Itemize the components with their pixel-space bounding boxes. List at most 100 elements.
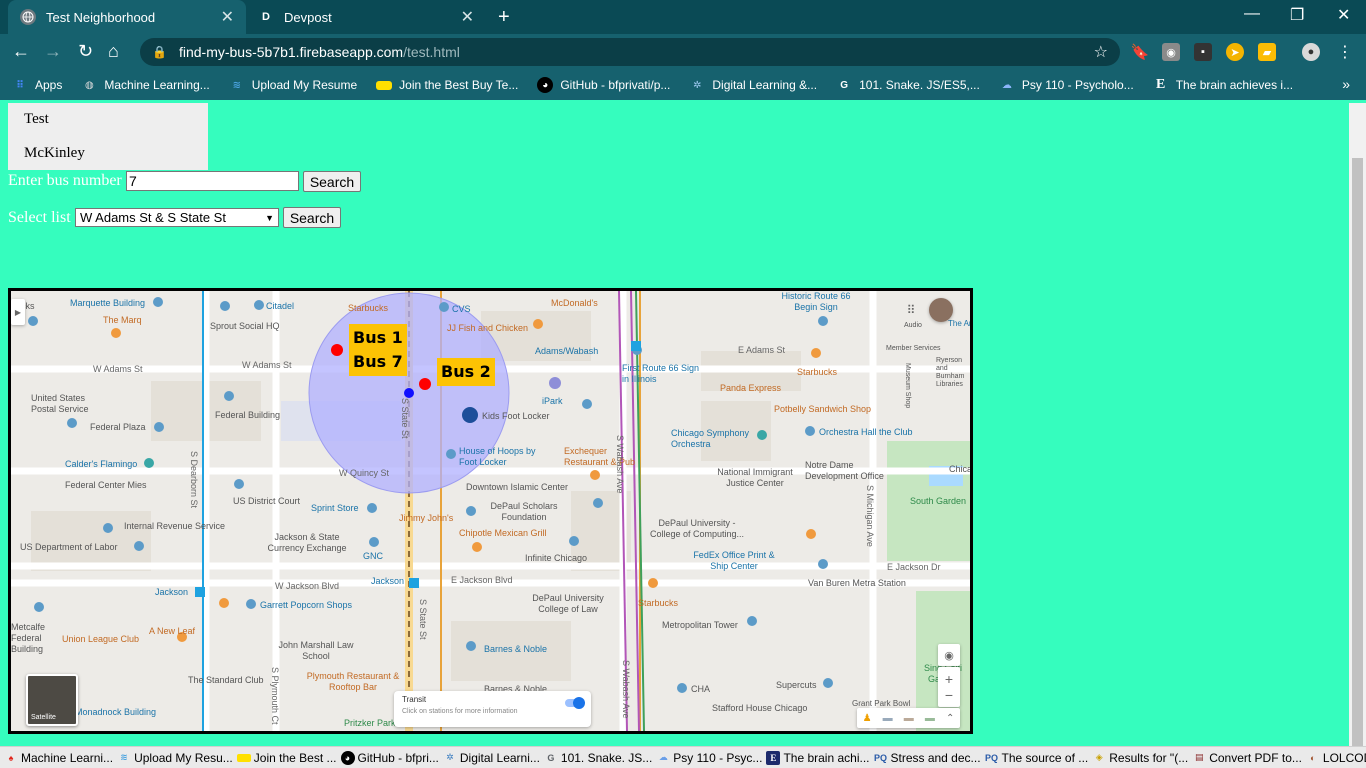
camera-icon[interactable]: ◉ [1162,43,1180,61]
adobe-icon: ♠ [8,752,14,763]
bus-tag-label: Bus 1 [353,328,403,347]
close-icon[interactable]: ✕ [221,7,234,27]
map-label: Notre Dame Development Office [805,460,884,481]
extension-icon[interactable]: ▪ [1194,43,1212,61]
map-label: Metcalfe Federal Building [11,622,46,654]
stop-select[interactable]: W Adams St & S State St ▼ [75,208,279,227]
map-label: Plymouth Restaurant & Rooftop Bar [306,671,400,692]
zoom-out-icon[interactable]: − [945,687,953,703]
tab-devpost[interactable]: D Devpost ✕ [246,0,486,34]
github-icon: ◕ [537,77,554,93]
bookmark-best-buy[interactable]: Join the Best Buy Te... [376,78,518,92]
avatar[interactable]: ● [1302,43,1320,61]
menu-icon[interactable]: ⋮ [1336,43,1354,61]
map-label: Museum Shop [904,363,911,409]
taskbar-item[interactable]: ▤ Convert PDF to... [1192,751,1302,765]
transit-toggle[interactable] [565,697,585,709]
zoom-controls[interactable]: + − [938,667,960,707]
bookmark-github[interactable]: ◕ GitHub - bfprivati/p... [537,77,670,93]
taskbar-item[interactable]: ☁ Psy 110 - Psyc... [656,751,763,765]
map-street-label: S Dearborn St [189,451,199,509]
taskbar-item[interactable]: ◕ GitHub - bfpri... [340,750,439,765]
transit-title: Transit [402,695,427,704]
keep-icon[interactable]: ▰ [1258,43,1276,61]
close-icon[interactable]: ✕ [461,7,474,27]
layer-thumb-icon[interactable]: ▬ [925,713,935,724]
star-icon[interactable]: ☆ [1094,42,1108,62]
taskbar-item[interactable]: ◈ Results for "(... [1092,751,1188,765]
minimize-icon[interactable]: — [1244,5,1260,23]
globe-icon [20,9,36,25]
bookmark-snake[interactable]: G 101. Snake. JS/ES5,... [836,77,980,93]
tab-test-neighborhood[interactable]: Test Neighborhood ✕ [8,0,246,34]
nav-link-test[interactable]: Test [24,111,49,128]
bookmark-icon[interactable]: 🔖 [1131,43,1150,61]
layer-thumb-icon[interactable]: ▬ [883,713,893,724]
compass-icon[interactable]: ➤ [1226,43,1244,61]
taskbar-item[interactable]: Join the Best ... [236,751,337,765]
map-label: W Quincy St [339,468,390,478]
forward-icon[interactable]: → [44,41,62,62]
map-label: iPark [542,396,563,406]
scrollbar-thumb[interactable] [1352,158,1363,748]
taskbar-item[interactable]: ◐LOLCODE [1306,751,1366,765]
taskbar-item[interactable]: ♠ Machine Learni... [4,751,113,765]
bus-marker-2 [419,378,431,390]
back-icon[interactable]: ← [12,41,30,62]
page-scrollbar[interactable] [1349,103,1366,748]
avatar[interactable] [929,298,953,322]
bus-number-input[interactable] [126,171,299,191]
zoom-in-icon[interactable]: + [945,671,953,687]
satellite-toggle[interactable]: Satellite [26,674,78,726]
pegman-icon[interactable]: ♟ [863,713,872,724]
apps-grid-icon[interactable]: ⠿ [904,303,918,317]
close-window-icon[interactable]: ✕ [1337,5,1350,25]
e-icon: E [766,750,781,765]
tab-title: Devpost [284,9,332,25]
layer-thumb-icon[interactable]: ▬ [904,713,914,724]
bookmark-upload-resume[interactable]: ≋ Upload My Resume [229,77,358,93]
new-tab-icon[interactable]: + [498,6,510,29]
chevron-right-icon[interactable]: » [1342,76,1350,92]
map-label: CVS [452,304,471,314]
map-label: Barnes & Noble [484,644,548,654]
home-icon[interactable]: ⌂ [108,41,119,62]
taskbar-item[interactable]: ≋ Upload My Resu... [117,751,233,765]
map-label: DePaul Scholars Foundation [490,501,558,522]
search-list-button[interactable]: Search [283,207,341,228]
address-bar[interactable]: 🔒 find-my-bus-5b7b1.firebaseapp.com/test… [140,38,1120,66]
transit-card[interactable]: Transit Click on stations for more infor… [394,691,591,727]
map-layers-bar[interactable]: ♟ ▬ ▬ ▬ ⌃ [857,708,960,728]
map-label: South Garden [910,496,967,506]
bookmark-psy-110[interactable]: ☁ Psy 110 - Psycholo... [999,77,1134,93]
url-path: /test.html [403,44,460,60]
restore-icon[interactable]: ❐ [1290,5,1304,25]
location-icon[interactable]: ◉ [938,644,960,666]
map-label: Jackson [155,587,189,597]
map-street-label: S Wabash Ave [615,435,625,494]
map-label: E Jackson Blvd [451,575,513,585]
taskbar-item[interactable]: ✲ Digital Learni... [443,751,540,765]
google-map[interactable]: Lucks Marquette Building Citadel Starbuc… [8,288,973,734]
map-label: Kids Foot Locker [482,411,550,421]
search-button[interactable]: Search [303,171,361,192]
bookmark-brain[interactable]: E The brain achieves i... [1153,77,1293,93]
github-icon: ◕ [340,750,355,765]
chevron-up-icon[interactable]: ⌃ [946,713,954,724]
browser-toolbar: ← → ↻ ⌂ 🔒 find-my-bus-5b7b1.firebaseapp.… [0,34,1366,70]
taskbar-item[interactable]: PQ Stress and dec... [873,751,981,765]
nav-link-mckinley[interactable]: McKinley [24,145,85,162]
bookmark-machine-learning[interactable]: ◍ Machine Learning... [81,77,210,93]
taskbar-item[interactable]: G 101. Snake. JS... [544,751,652,765]
taskbar-item[interactable]: PQ The source of ... [985,751,1088,765]
bookmark-digital-learning[interactable]: ✲ Digital Learning &... [689,77,817,93]
bookmark-apps[interactable]: ⠿ Apps [12,77,62,93]
taskbar-item[interactable]: E The brain achi... [766,750,869,765]
bus-tag-left[interactable]: Bus 1 Bus 7 [349,324,407,376]
select-list-label: Select list [8,209,71,226]
expand-panel-icon[interactable]: ▶ [11,299,25,325]
bus-tag-right[interactable]: Bus 2 [437,358,495,386]
reload-icon[interactable]: ↻ [78,41,93,62]
map-label: CHA [691,684,711,694]
map-label: E Adams St [738,345,786,355]
